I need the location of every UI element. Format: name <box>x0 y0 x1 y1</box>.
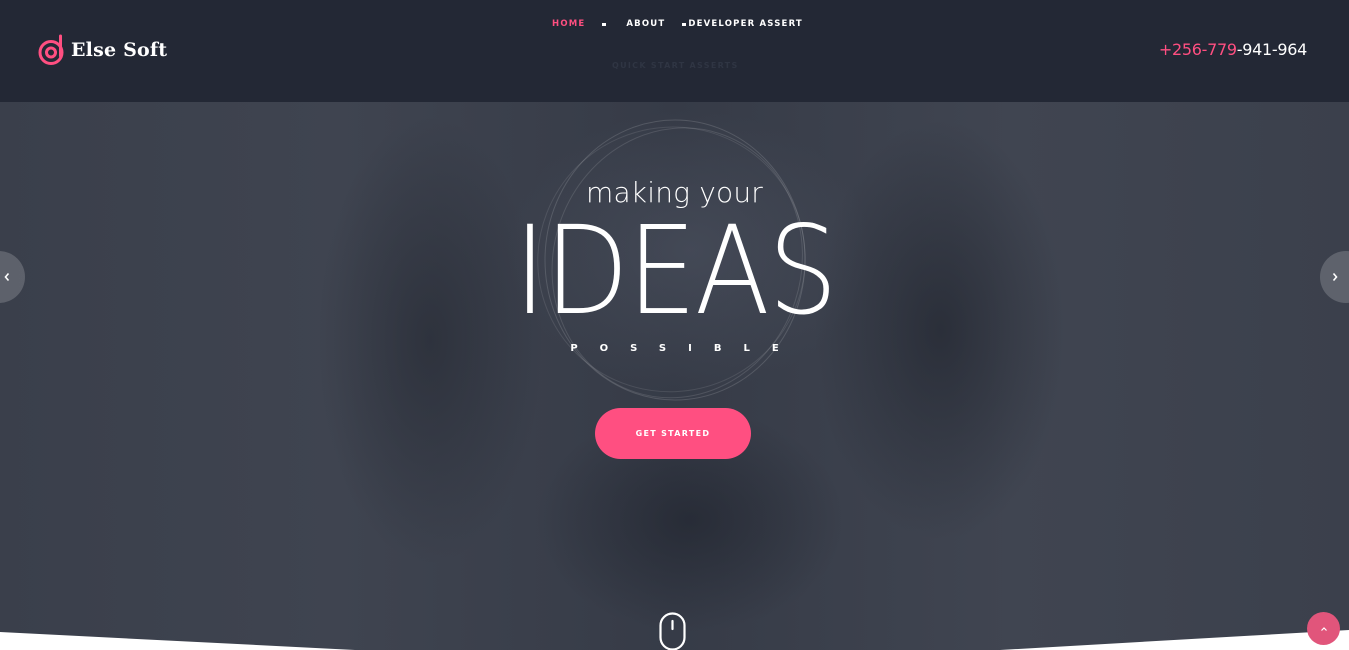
mouse-scroll-icon[interactable] <box>659 612 686 650</box>
hero-headline-text: IDEAS <box>513 200 837 342</box>
get-started-button[interactable]: GET STARTED <box>595 408 751 459</box>
hero-tagline: POSSIBLE <box>570 343 801 354</box>
nav-dot-separator <box>602 22 607 26</box>
back-to-top-button[interactable] <box>1307 612 1340 645</box>
nav-item-home[interactable]: HOME <box>552 19 585 29</box>
header-phone[interactable]: +256-779-941-964 <box>1159 40 1307 59</box>
nav-item-about[interactable]: ABOUT <box>626 19 665 29</box>
chevron-left-icon <box>4 272 10 282</box>
nav-submenu-quick-start-asserts[interactable]: QUICK START ASSERTS <box>612 61 739 70</box>
phone-number: -941-964 <box>1236 40 1308 59</box>
brand-logo[interactable]: Else Soft <box>38 34 167 66</box>
nav-item-developer-assert[interactable]: DEVELOPER ASSERT <box>688 19 803 29</box>
brand-name: Else Soft <box>71 39 168 61</box>
chevron-up-icon <box>1320 626 1327 631</box>
logo-mark-icon <box>38 34 64 65</box>
phone-prefix: +256-779 <box>1158 40 1237 59</box>
main-nav: HOME ABOUT DEVELOPER ASSERT <box>552 17 803 31</box>
site-header: Else Soft HOME ABOUT DEVELOPER ASSERT QU… <box>0 0 1349 102</box>
chevron-right-icon <box>1332 272 1338 282</box>
nav-dot-separator <box>682 22 687 26</box>
hero-headline: IDEAS <box>0 206 1349 336</box>
